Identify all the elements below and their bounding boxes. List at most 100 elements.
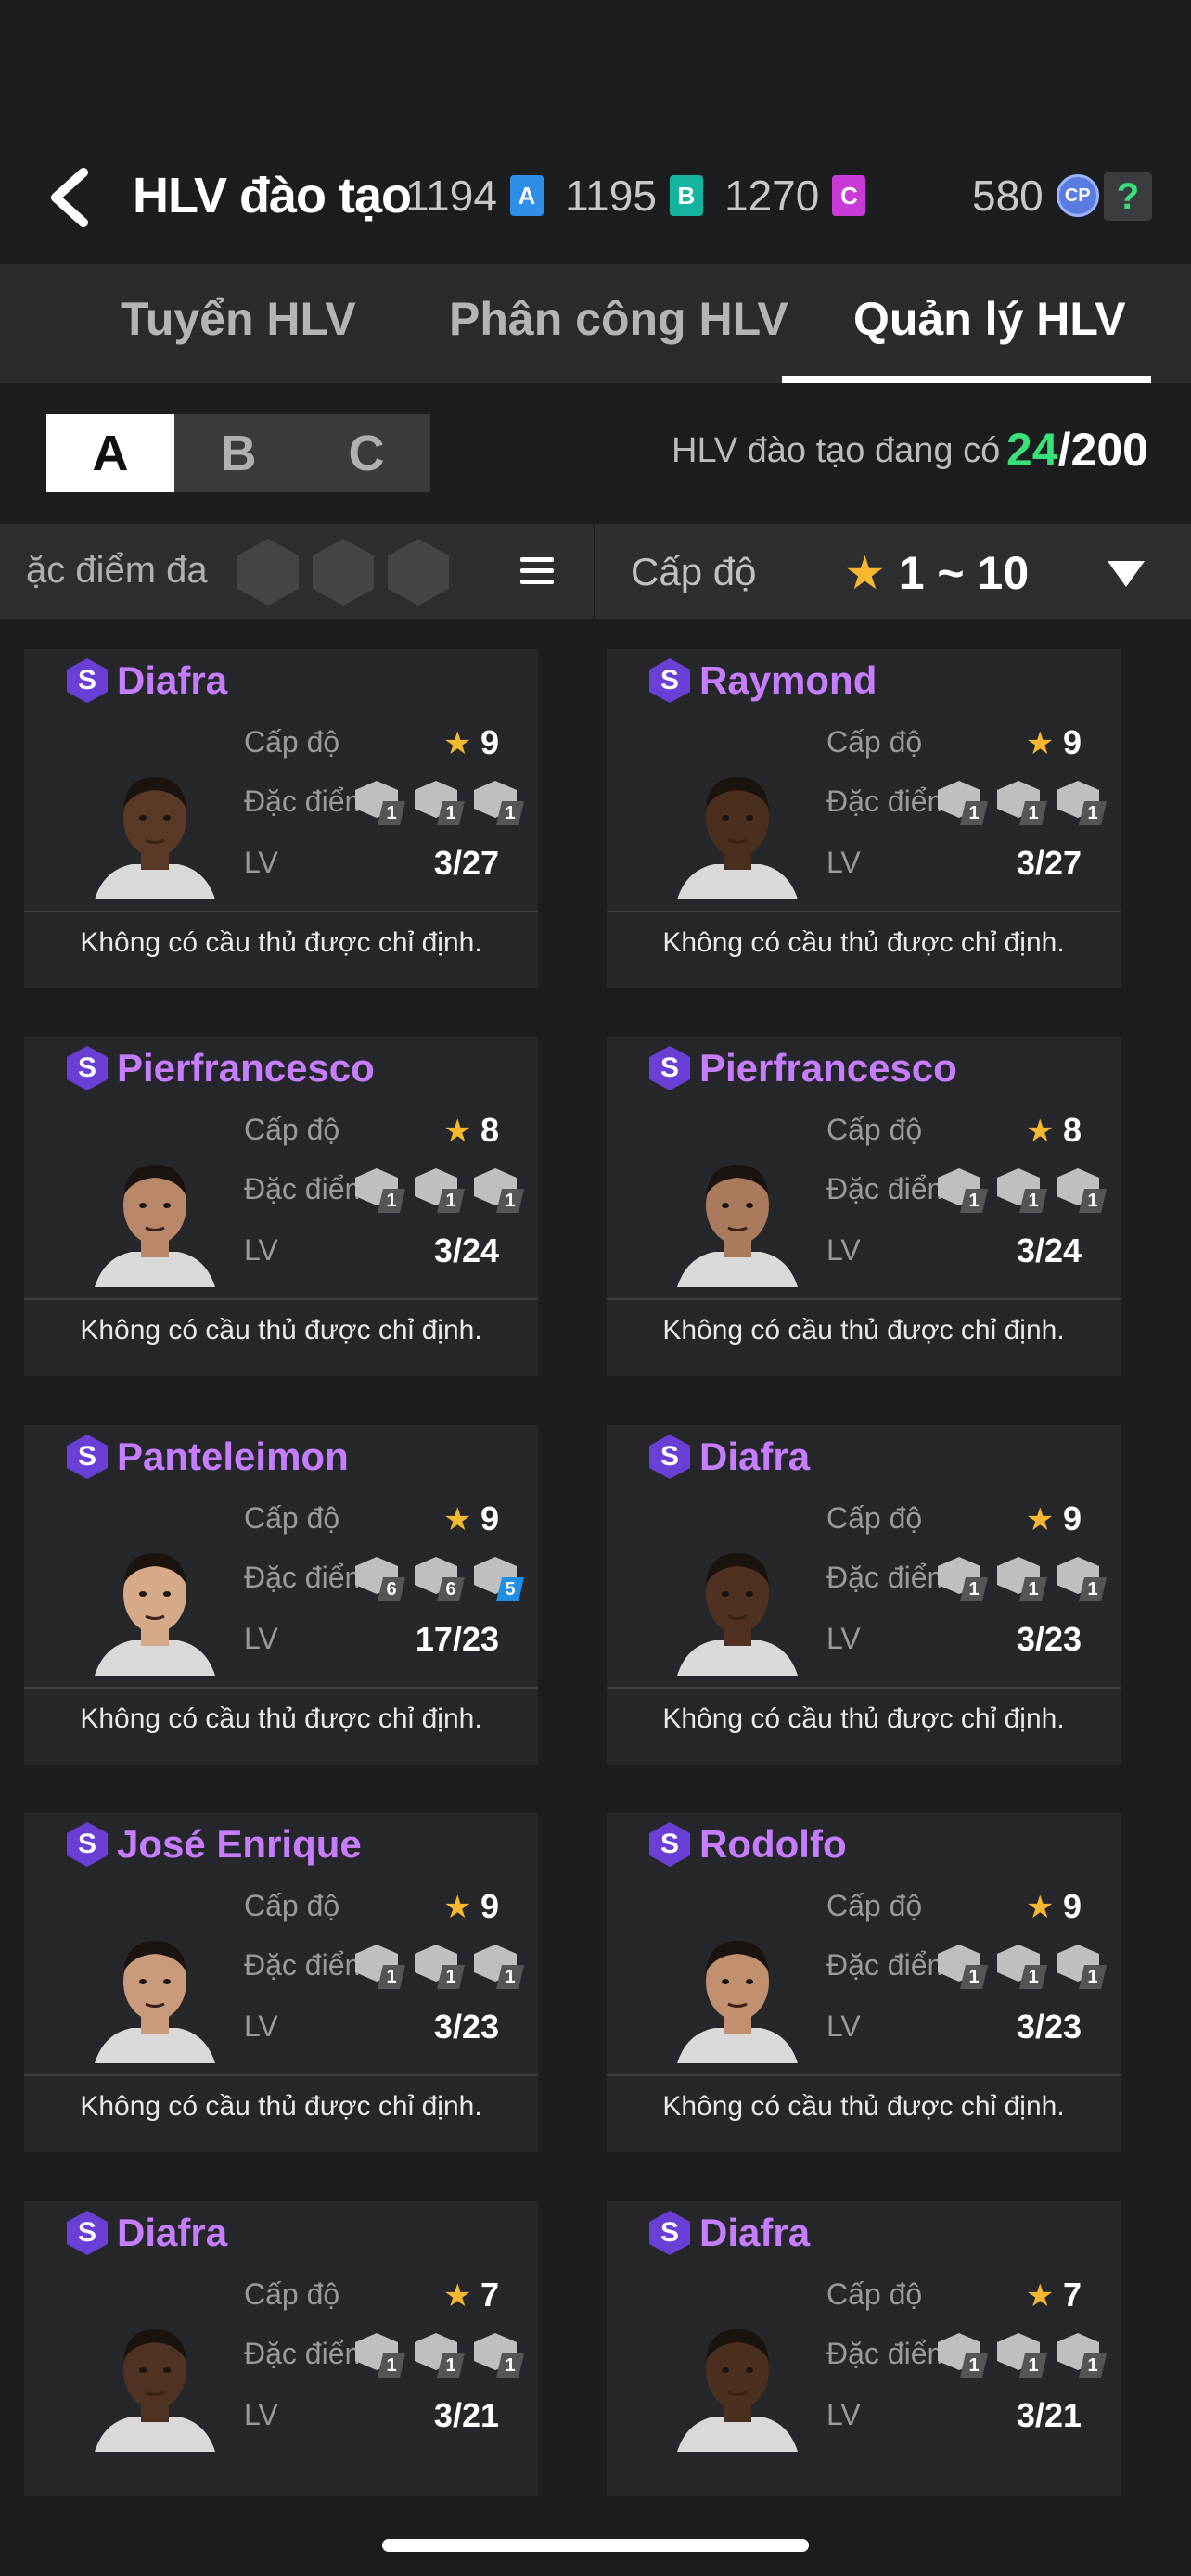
coach-level: ★ 9 xyxy=(443,723,499,762)
lv-label: LV xyxy=(826,2009,861,2043)
coach-card[interactable]: S Diafra Cấp độ ★ 9 Đặc điểm 1 1 1 LV 3/… xyxy=(607,1425,1121,1765)
coach-portrait xyxy=(95,2329,215,2452)
coach-name: Panteleimon xyxy=(117,1435,349,1478)
coach-name: Diafra xyxy=(699,2211,811,2254)
coach-name-row: S Pierfrancesco xyxy=(649,1046,957,1090)
grade-c-button[interactable]: C xyxy=(302,414,430,492)
lv-label: LV xyxy=(244,2398,278,2431)
assigned-player-status: Không có cầu thủ được chỉ định. xyxy=(662,1315,1065,1345)
trait-icon: 1 xyxy=(938,1945,988,1989)
traits-label: Đặc điểm xyxy=(826,1172,953,1205)
help-button[interactable]: ? xyxy=(1104,172,1152,221)
trait-icon: 1 xyxy=(415,2333,465,2378)
traits-label: Đặc điểm xyxy=(244,784,370,818)
trait-icon: 1 xyxy=(474,781,524,825)
currency-a-value: 1194 xyxy=(405,172,497,220)
traits-label: Đặc điểm xyxy=(244,1948,370,1982)
lv-label: LV xyxy=(244,1233,278,1267)
coach-card[interactable]: S Panteleimon Cấp độ ★ 9 Đặc điểm 6 6 5 … xyxy=(24,1425,538,1765)
coach-traits: 1 1 1 xyxy=(355,1945,524,1989)
coach-lv: 3/27 xyxy=(433,844,499,882)
coach-name: José Enrique xyxy=(117,1822,362,1866)
trait-icon: 1 xyxy=(1057,2333,1107,2378)
assigned-player-status: Không có cầu thủ được chỉ định. xyxy=(662,927,1065,958)
coach-name-row: S Rodolfo xyxy=(649,1822,847,1867)
coach-portrait xyxy=(95,1165,215,1287)
card-divider xyxy=(607,1687,1121,1689)
back-button[interactable] xyxy=(37,165,102,230)
trait-icon: 6 xyxy=(415,1557,465,1601)
coach-traits: 1 1 1 xyxy=(938,1945,1107,1989)
grade-a-button[interactable]: A xyxy=(46,414,174,492)
trait-slot-2[interactable] xyxy=(313,539,374,606)
s-rank-icon: S xyxy=(67,658,108,703)
coach-traits: 1 1 1 xyxy=(938,1557,1107,1601)
status-bar xyxy=(0,0,1191,130)
filter-divider xyxy=(594,524,596,619)
s-rank-icon: S xyxy=(649,1822,690,1867)
coach-name-row: S Panteleimon xyxy=(67,1435,349,1479)
grade-b-button[interactable]: B xyxy=(174,414,302,492)
traits-label: Đặc điểm xyxy=(244,2337,370,2370)
tab-assign-coach[interactable]: Phân công HLV xyxy=(449,292,788,346)
coach-lv: 3/21 xyxy=(1016,2396,1082,2434)
s-rank-icon: S xyxy=(67,1046,108,1090)
lv-label: LV xyxy=(244,2009,278,2043)
coach-card[interactable]: S Pierfrancesco Cấp độ ★ 8 Đặc điểm 1 1 xyxy=(607,1037,1121,1376)
coach-level: ★ 9 xyxy=(1026,1499,1082,1538)
traits-label: Đặc điểm xyxy=(826,1948,953,1982)
assigned-player-status: Không có cầu thủ được chỉ định. xyxy=(662,2091,1065,2122)
coach-level-value: 9 xyxy=(1062,1887,1082,1925)
star-icon: ★ xyxy=(1026,2278,1063,2314)
currency-a: 1194 A xyxy=(405,171,544,221)
coach-card[interactable]: S Pierfrancesco Cấp độ ★ 8 Đặc điểm 1 1 xyxy=(24,1037,538,1376)
coach-portrait xyxy=(95,1941,215,2063)
trait-icon: 1 xyxy=(997,781,1047,825)
tab-recruit-coach[interactable]: Tuyển HLV xyxy=(121,292,356,346)
caret-down-icon[interactable] xyxy=(1108,561,1145,587)
coach-traits: 1 1 1 xyxy=(938,781,1107,825)
trait-slot-3[interactable] xyxy=(388,539,449,606)
coach-portrait xyxy=(677,1553,798,1676)
coach-card[interactable]: S Diafra Cấp độ ★ 7 Đặc điểm 1 1 1 LV 3/… xyxy=(24,2201,538,2496)
active-tab-indicator xyxy=(782,376,1151,383)
trait-icon: 1 xyxy=(415,781,465,825)
trait-icon: 1 xyxy=(474,2333,524,2378)
lv-label: LV xyxy=(826,1622,861,1655)
s-rank-icon: S xyxy=(67,1822,108,1867)
traits-label: Đặc điểm xyxy=(244,1561,370,1594)
coach-traits: 1 1 1 xyxy=(355,781,524,825)
tab-manage-coach[interactable]: Quản lý HLV xyxy=(853,292,1126,346)
coach-level: ★ 8 xyxy=(1026,1111,1082,1150)
lv-label: LV xyxy=(244,846,278,879)
lv-label: LV xyxy=(826,2398,861,2431)
level-label: Cấp độ xyxy=(826,1501,923,1535)
trait-filter-label[interactable]: ặc điểm đa xyxy=(26,550,208,592)
coach-level-value: 9 xyxy=(480,1499,499,1537)
coach-portrait xyxy=(677,1941,798,2063)
token-c-icon: C xyxy=(832,175,866,216)
trait-icon: 1 xyxy=(997,1945,1047,1989)
token-a-icon: A xyxy=(509,175,544,216)
coach-portrait xyxy=(677,777,798,899)
coach-level: ★ 9 xyxy=(1026,723,1082,762)
coach-card[interactable]: S Raymond Cấp độ ★ 9 Đặc điểm 1 1 1 LV 3… xyxy=(607,649,1121,988)
level-range: 1 ~ 10 xyxy=(885,547,1030,599)
level-label: Cấp độ xyxy=(244,2277,340,2311)
traits-label: Đặc điểm xyxy=(826,2337,953,2370)
card-divider xyxy=(24,2074,538,2076)
coach-portrait xyxy=(677,2329,798,2452)
coach-count-max: /200 xyxy=(1057,424,1148,476)
hamburger-menu-icon[interactable] xyxy=(520,557,554,585)
coach-level-value: 9 xyxy=(1062,723,1082,761)
trait-icon: 1 xyxy=(474,1168,524,1213)
trait-slot-1[interactable] xyxy=(237,539,299,606)
card-divider xyxy=(607,1298,1121,1300)
coach-card[interactable]: S Diafra Cấp độ ★ 9 Đặc điểm 1 1 1 LV 3/… xyxy=(24,649,538,988)
level-filter-value[interactable]: ★ 1 ~ 10 xyxy=(844,546,1029,600)
coach-card[interactable]: S Rodolfo Cấp độ ★ 9 Đặc điểm 1 1 1 LV 3… xyxy=(607,1813,1121,2152)
level-label: Cấp độ xyxy=(826,725,923,759)
trait-icon: 1 xyxy=(997,1168,1047,1213)
coach-card[interactable]: S José Enrique Cấp độ ★ 9 Đặc điểm 1 1 1… xyxy=(24,1813,538,2152)
coach-card[interactable]: S Diafra Cấp độ ★ 7 Đặc điểm 1 1 1 LV 3/… xyxy=(607,2201,1121,2496)
